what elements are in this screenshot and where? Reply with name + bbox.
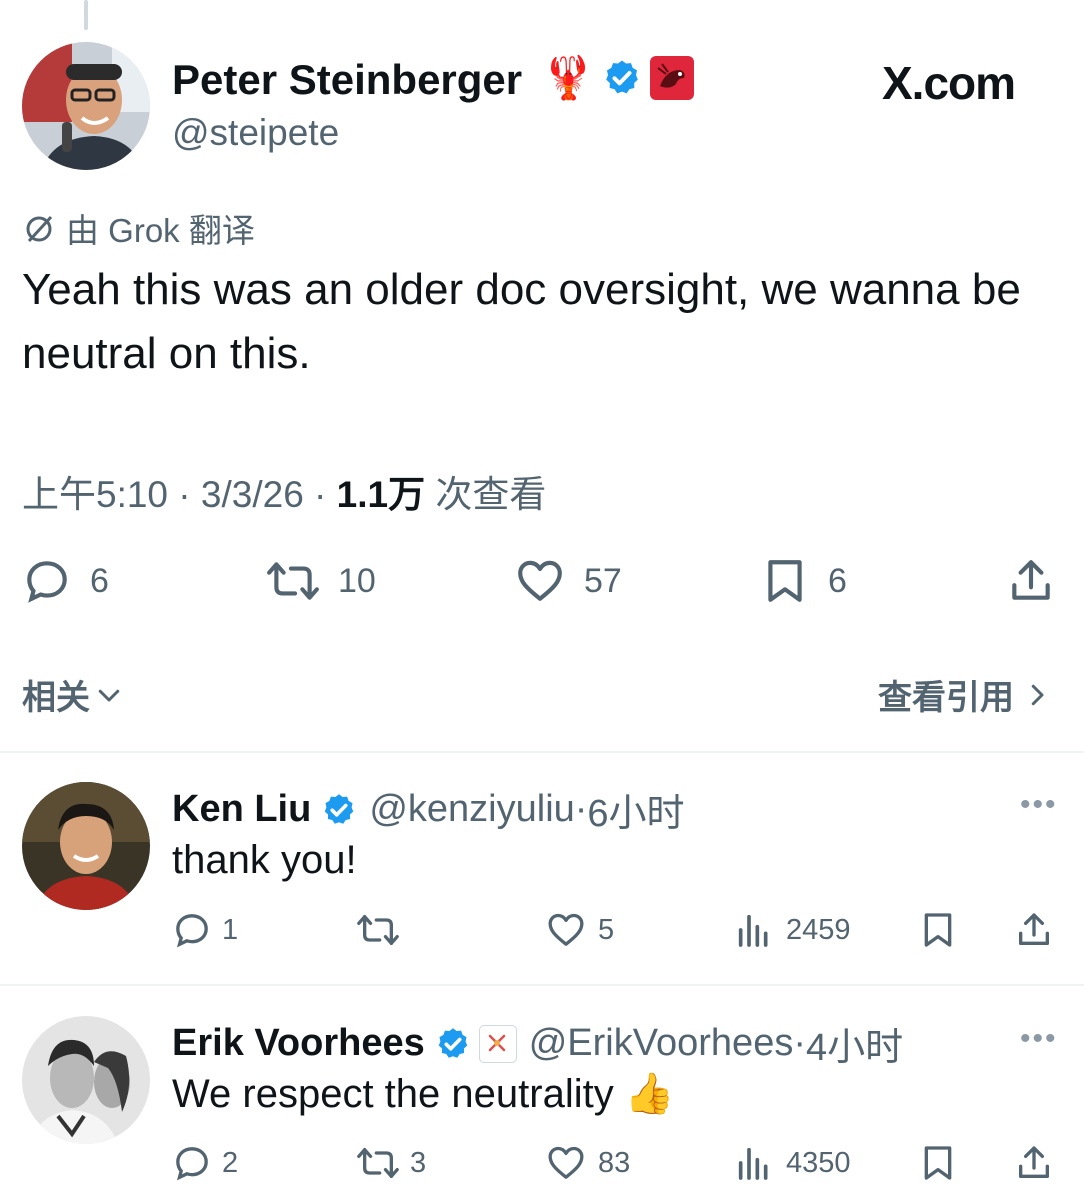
share-icon	[1019, 1146, 1049, 1178]
retweet-button[interactable]	[356, 910, 410, 950]
like-button[interactable]: 83	[544, 1143, 630, 1183]
reply-author-name[interactable]: Erik Voorhees	[172, 1022, 425, 1065]
meta-separator: ·	[793, 1022, 806, 1064]
like-count: 57	[584, 561, 622, 600]
bookmark-icon	[768, 560, 802, 602]
analytics-bars-icon	[738, 914, 768, 947]
bookmark-button[interactable]	[918, 1143, 958, 1183]
share-button[interactable]	[1006, 556, 1056, 606]
reply-icon	[176, 914, 208, 948]
thread-connector-line	[84, 0, 88, 30]
related-dropdown[interactable]: 相关	[22, 670, 124, 719]
retweet-icon	[267, 562, 319, 600]
reply-count: 1	[222, 913, 239, 946]
bookmark-count: 6	[828, 561, 847, 600]
reply-icon	[176, 1147, 208, 1181]
reply-icon	[27, 561, 67, 603]
verified-badge-icon	[438, 1027, 467, 1058]
like-count: 83	[598, 1146, 631, 1179]
reply-time[interactable]: 4小时	[806, 1016, 903, 1071]
reply-header: Ken Liu @kenziyuliu · 6小时	[172, 782, 685, 837]
heart-icon	[518, 560, 562, 601]
author-handle[interactable]: @steipete	[172, 112, 339, 154]
divider	[0, 751, 1084, 753]
analytics-bars-icon	[738, 1147, 768, 1180]
bookmark-button[interactable]: 6	[760, 556, 847, 606]
share-button[interactable]	[1014, 910, 1054, 950]
like-button[interactable]: 57	[514, 556, 622, 606]
reply-text: We respect the neutrality	[172, 1072, 614, 1116]
views-count: 2459	[786, 913, 851, 946]
meta-separator: ·	[303, 474, 337, 515]
share-button[interactable]	[1014, 1143, 1054, 1183]
heart-icon	[548, 1146, 584, 1179]
tweet-text: Yeah this was an older doc oversight, we…	[22, 265, 1021, 378]
tweet-date[interactable]: 3/3/26	[201, 474, 304, 515]
views-count: 4350	[786, 1146, 851, 1179]
views-label: 次查看	[435, 474, 547, 515]
translated-by-label[interactable]: 由 Grok 翻译	[66, 204, 255, 252]
reply-count: 2	[222, 1146, 239, 1179]
views-button[interactable]: 4350	[734, 1143, 851, 1183]
retweet-count: 10	[338, 561, 376, 600]
related-label: 相关	[22, 679, 90, 717]
reply-time[interactable]: 6小时	[587, 782, 684, 837]
view-quotes-link[interactable]: 查看引用	[878, 670, 1052, 719]
views-button[interactable]: 2459	[734, 910, 851, 950]
verified-badge-icon	[325, 793, 354, 824]
chevron-right-icon	[1031, 684, 1044, 705]
more-options-icon[interactable]: •••	[1020, 788, 1058, 822]
divider	[0, 984, 1084, 986]
share-icon	[1012, 560, 1050, 600]
tweet-time[interactable]: 上午5:10	[22, 474, 168, 515]
meta-separator: ·	[168, 474, 201, 515]
retweet-button[interactable]: 3	[356, 1143, 426, 1183]
x-brand-logo: X.com	[882, 57, 1016, 109]
translate-icon	[22, 212, 56, 246]
avatar[interactable]	[22, 42, 150, 170]
bookmark-button[interactable]	[918, 910, 958, 950]
affiliate-badge-icon	[650, 56, 694, 100]
retweet-icon	[357, 1148, 399, 1178]
reply-author-handle[interactable]: @ErikVoorhees	[529, 1022, 794, 1065]
reply-text: thank you!	[172, 838, 357, 882]
lobster-emoji: 🦞	[542, 54, 595, 101]
reply-button[interactable]: 2	[172, 1143, 238, 1183]
reply-text-line: We respect the neutrality 👍	[172, 1070, 675, 1117]
reply-button[interactable]: 1	[172, 910, 238, 950]
view-quotes-label: 查看引用	[878, 679, 1014, 717]
bookmark-icon	[924, 1146, 952, 1180]
share-icon	[1019, 913, 1049, 945]
meta-separator: ·	[574, 788, 588, 830]
reply-avatar[interactable]	[22, 782, 150, 910]
reply-author-handle[interactable]: @kenziyuliu	[369, 788, 574, 831]
like-count: 5	[598, 913, 615, 946]
views-count: 1.1万	[336, 474, 426, 515]
reply-author-name[interactable]: Ken Liu	[172, 788, 311, 831]
reply-button[interactable]: 6	[22, 556, 109, 606]
reply-avatar[interactable]	[22, 1016, 150, 1144]
verified-badge-icon	[602, 58, 642, 98]
like-button[interactable]: 5	[544, 910, 614, 950]
affiliate-badge-icon	[478, 1024, 517, 1063]
more-options-icon[interactable]: •••	[1020, 1022, 1058, 1056]
reply-header: Erik Voorhees @ErikVoorhees · 4小时	[172, 1016, 903, 1071]
reply-count: 6	[90, 561, 109, 600]
retweet-count: 3	[410, 1146, 427, 1179]
thumbs-up-emoji: 👍	[624, 1072, 675, 1116]
heart-icon	[548, 913, 584, 946]
author-name[interactable]: Peter Steinberger	[172, 56, 522, 104]
bookmark-icon	[924, 913, 952, 947]
tweet-meta: 上午5:10 · 3/3/26 · 1.1万 次查看	[22, 464, 546, 518]
retweet-button[interactable]: 10	[266, 556, 376, 606]
retweet-icon	[357, 915, 399, 945]
chevron-down-icon	[98, 689, 120, 701]
